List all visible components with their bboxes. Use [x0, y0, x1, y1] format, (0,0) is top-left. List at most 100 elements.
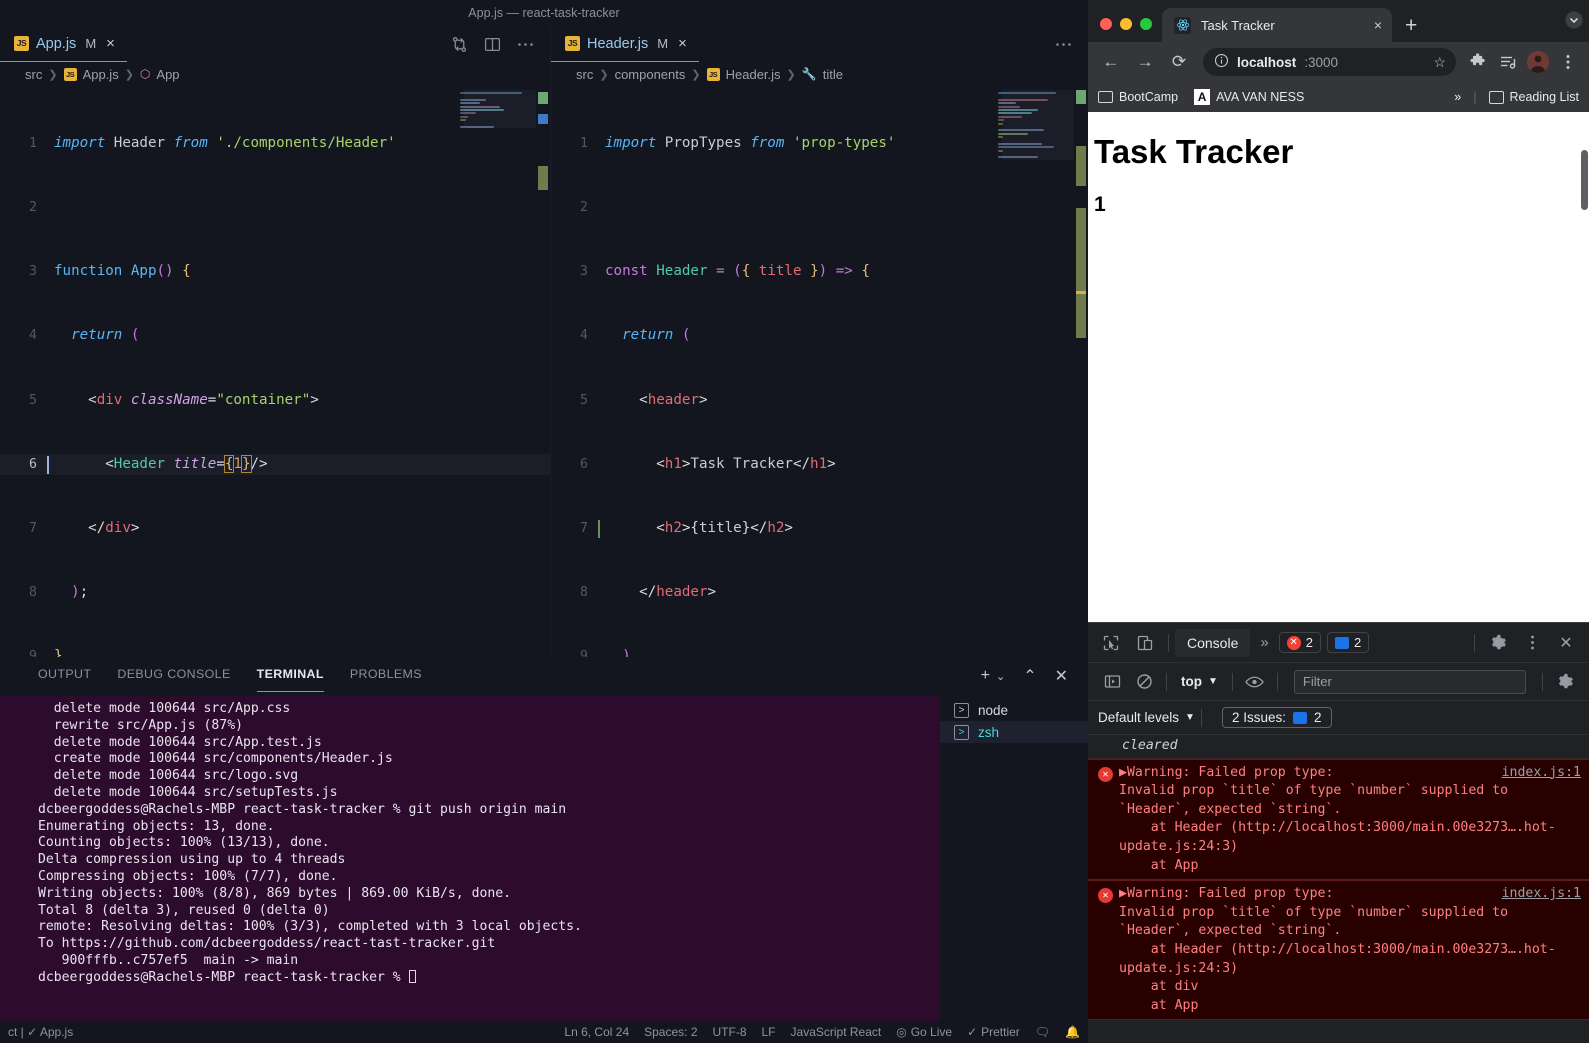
execution-context-selector[interactable]: top ▼: [1173, 674, 1226, 689]
console-settings-icon[interactable]: [1549, 668, 1581, 696]
feedback-icon[interactable]: 🗨: [1035, 1025, 1050, 1039]
breadcrumb-item-file[interactable]: Header.js: [726, 67, 781, 82]
status-go-live[interactable]: ◎ Go Live: [896, 1025, 952, 1039]
more-actions-icon[interactable]: [517, 42, 534, 47]
status-encoding[interactable]: UTF-8: [713, 1025, 747, 1039]
status-indentation[interactable]: Spaces: 2: [644, 1025, 697, 1039]
close-panel-icon[interactable]: ✕: [1055, 666, 1068, 686]
status-language-mode[interactable]: JavaScript React: [791, 1025, 882, 1039]
maximize-panel-icon[interactable]: ⌃: [1023, 666, 1036, 686]
close-icon[interactable]: ×: [106, 36, 115, 51]
more-actions-icon[interactable]: [1055, 42, 1072, 47]
message-count-badge[interactable]: 2: [1326, 632, 1370, 653]
new-tab-button[interactable]: +: [1392, 15, 1430, 42]
bookmarks-right-group: » | Reading List: [1454, 90, 1579, 104]
new-terminal-icon[interactable]: +: [981, 667, 990, 685]
settings-gear-icon[interactable]: [1481, 628, 1515, 658]
forward-button[interactable]: →: [1130, 47, 1160, 77]
live-expression-icon[interactable]: [1239, 668, 1271, 696]
reload-button[interactable]: ⟳: [1164, 47, 1194, 77]
close-window-button[interactable]: [1100, 18, 1112, 30]
error-count: 2: [1305, 635, 1313, 650]
extensions-puzzle-icon[interactable]: [1465, 49, 1491, 75]
bookmark-ava-van-ness[interactable]: A AVA VAN NESS: [1194, 89, 1304, 105]
text-cursor: [598, 520, 600, 539]
url-host: localhost: [1237, 54, 1297, 70]
status-cursor-position[interactable]: Ln 6, Col 24: [564, 1025, 629, 1039]
expand-arrow-icon[interactable]: ▶: [1119, 886, 1127, 901]
a-site-icon: A: [1194, 89, 1211, 105]
status-eol[interactable]: LF: [762, 1025, 776, 1039]
console-error-row[interactable]: ✕ ▶Warning: Failed prop type: index.js:1 …: [1088, 758, 1589, 881]
breadcrumb-item-components[interactable]: components: [615, 67, 686, 82]
profile-avatar-icon[interactable]: [1525, 49, 1551, 75]
more-panels-icon[interactable]: »: [1250, 634, 1278, 651]
terminal-dropdown-icon[interactable]: ⌄: [996, 670, 1005, 683]
error-title: Warning: Failed prop type:: [1126, 886, 1334, 902]
breadcrumb-item-symbol[interactable]: App: [156, 67, 179, 82]
source-control-icon[interactable]: [451, 36, 468, 53]
reading-list-button[interactable]: Reading List: [1488, 90, 1579, 104]
terminal-session-zsh[interactable]: > zsh: [940, 721, 1088, 743]
error-source-link[interactable]: index.js:1: [1502, 885, 1581, 904]
code-line: 9}: [29, 648, 63, 657]
message-icon: [1292, 711, 1307, 724]
status-prettier[interactable]: ✓ Prettier: [967, 1025, 1020, 1039]
console-filter-input[interactable]: Filter: [1293, 669, 1526, 694]
terminal-session-node[interactable]: > node: [940, 699, 1088, 721]
split-editor-icon[interactable]: [484, 36, 501, 53]
terminal-output[interactable]: delete mode 100644 src/App.css rewrite s…: [0, 695, 940, 1021]
issues-button[interactable]: 2 Issues: 2: [1221, 707, 1332, 728]
right-code-area[interactable]: 1 import PropTypes from 'prop-types' 2 3c…: [551, 86, 1088, 657]
address-bar[interactable]: localhost:3000 ☆: [1203, 48, 1456, 76]
bookmark-star-icon[interactable]: ☆: [1433, 54, 1446, 71]
error-count-badge[interactable]: ✕ 2: [1278, 632, 1321, 653]
console-message-list[interactable]: cleared ✕ ▶Warning: Failed prop type: ind…: [1088, 150, 1589, 1043]
breadcrumb-item-src[interactable]: src: [576, 67, 593, 82]
chrome-menu-icon[interactable]: [1555, 49, 1581, 75]
breadcrumb-item-src[interactable]: src: [25, 67, 42, 82]
text-cursor: [47, 455, 49, 474]
panel-tab-problems[interactable]: PROBLEMS: [350, 667, 422, 685]
tab-header-js[interactable]: JS Header.js M ×: [551, 26, 699, 62]
tab-app-js[interactable]: JS App.js M ×: [0, 26, 127, 62]
terminal-cursor: [408, 969, 416, 983]
browser-tab[interactable]: Task Tracker ×: [1162, 8, 1392, 42]
close-devtools-icon[interactable]: ✕: [1549, 628, 1583, 658]
device-toolbar-icon[interactable]: [1128, 628, 1162, 658]
bookmark-bootcamp[interactable]: BootCamp: [1098, 90, 1178, 104]
breadcrumb-item-symbol[interactable]: title: [823, 67, 843, 82]
expand-arrow-icon[interactable]: ▶: [1119, 765, 1127, 780]
page-subtitle: 1: [1094, 193, 1106, 216]
panel-tab-terminal[interactable]: TERMINAL: [256, 667, 325, 692]
close-tab-icon[interactable]: ×: [1374, 17, 1382, 33]
reading-list-icon: [1488, 90, 1504, 104]
error-source-link[interactable]: index.js:1: [1502, 764, 1581, 783]
close-icon[interactable]: ×: [678, 36, 687, 51]
devtools-right-actions: ✕: [1468, 628, 1583, 658]
inspect-element-icon[interactable]: [1094, 628, 1128, 658]
terminal-session-list: > node > zsh: [940, 695, 1088, 1021]
panel-tab-output[interactable]: OUTPUT: [38, 667, 91, 685]
clear-console-icon[interactable]: [1128, 668, 1160, 696]
devtools-tab-console[interactable]: Console: [1175, 628, 1251, 657]
maximize-window-button[interactable]: [1140, 18, 1152, 30]
issues-count: 2: [1313, 710, 1322, 725]
console-error-row[interactable]: ✕ ▶Warning: Failed prop type: index.js:1 …: [1088, 880, 1589, 1021]
back-button[interactable]: ←: [1096, 47, 1126, 77]
panel-tab-debug-console[interactable]: DEBUG CONSOLE: [117, 667, 230, 685]
page-viewport[interactable]: Task Tracker 1: [1088, 112, 1589, 622]
console-sidebar-icon[interactable]: [1096, 668, 1128, 696]
info-circle-icon[interactable]: [1214, 53, 1229, 71]
breadcrumb-item-file[interactable]: App.js: [83, 67, 119, 82]
status-left[interactable]: ct | ✓ App.js: [8, 1025, 73, 1039]
minimize-window-button[interactable]: [1120, 18, 1132, 30]
log-levels-selector[interactable]: Default levels ▼: [1098, 710, 1195, 725]
bookmarks-overflow-icon[interactable]: »: [1454, 90, 1461, 104]
devtools-menu-icon[interactable]: [1515, 628, 1549, 658]
reading-list-icon[interactable]: [1495, 49, 1521, 75]
bell-icon[interactable]: 🔔: [1065, 1025, 1080, 1039]
console-toolbar: top ▼ Filter: [1088, 663, 1589, 701]
left-code-area[interactable]: 1 import Header from './components/Header…: [0, 86, 550, 657]
tab-search-icon[interactable]: [1565, 11, 1589, 42]
